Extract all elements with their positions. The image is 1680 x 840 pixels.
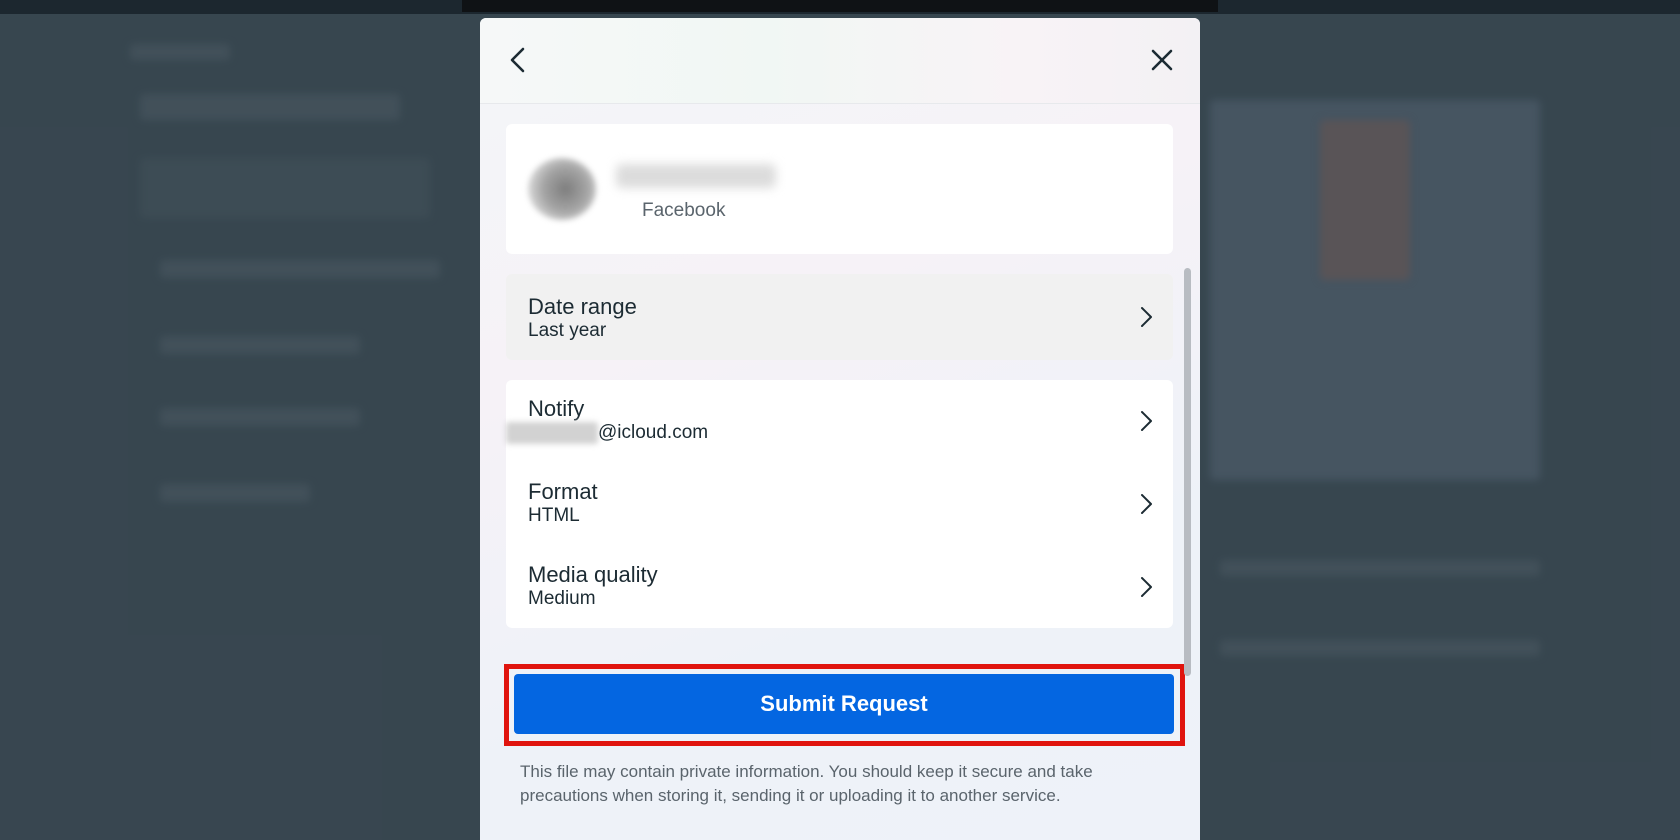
notify-title: Notify <box>528 396 585 421</box>
date-range-title: Date range <box>528 294 637 319</box>
date-range-value: Last year <box>528 320 607 341</box>
account-name-redacted <box>616 164 776 188</box>
close-button[interactable] <box>1142 40 1182 80</box>
account-platform: Facebook <box>642 200 726 221</box>
format-title: Format <box>528 479 598 504</box>
modal-top-strip <box>462 0 1218 12</box>
settings-card: Notify @icloud.com Format HTML Media qua… <box>506 380 1173 628</box>
format-value: HTML <box>528 505 580 526</box>
media-quality-value: Medium <box>528 588 596 609</box>
media-quality-title: Media quality <box>528 562 658 587</box>
close-icon <box>1151 49 1173 71</box>
scrollbar-thumb[interactable] <box>1184 268 1191 676</box>
chevron-right-icon <box>1141 577 1152 597</box>
notify-email: @icloud.com <box>598 422 709 443</box>
email-redacted <box>506 422 598 444</box>
back-button[interactable] <box>498 40 538 80</box>
avatar <box>528 158 596 220</box>
privacy-disclaimer: This file may contain private informatio… <box>520 762 1093 805</box>
date-range-row[interactable]: Date range Last year <box>506 274 1173 360</box>
format-row[interactable]: Format HTML <box>506 463 1173 545</box>
dialog-header <box>480 18 1200 104</box>
dialog-content[interactable]: Facebook Date range Last year Notify @ic… <box>480 104 1200 840</box>
media-quality-row[interactable]: Media quality Medium <box>506 546 1173 628</box>
chevron-right-icon <box>1141 307 1152 327</box>
chevron-right-icon <box>1141 411 1152 431</box>
account-card: Facebook <box>506 124 1173 254</box>
chevron-left-icon <box>510 47 525 73</box>
submit-request-button[interactable]: Submit Request <box>514 674 1174 734</box>
chevron-right-icon <box>1141 494 1152 514</box>
download-request-dialog: Facebook Date range Last year Notify @ic… <box>480 18 1200 840</box>
notify-row[interactable]: Notify @icloud.com <box>506 380 1173 462</box>
